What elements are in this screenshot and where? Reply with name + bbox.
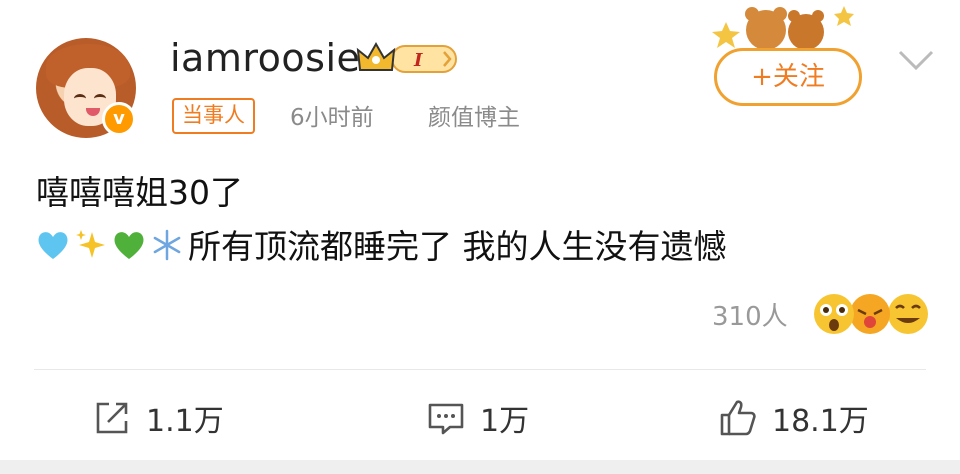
- comment-count: 1万: [480, 404, 530, 439]
- post-text-line2-body: 所有顶流都睡完了 我的人生没有遗憾: [188, 227, 727, 266]
- post-text-line2: 所有顶流都睡完了 我的人生没有遗憾: [36, 220, 727, 268]
- bottom-separator: [0, 460, 960, 474]
- snowflake-icon: [153, 229, 181, 261]
- blue-heart-icon: [38, 232, 68, 259]
- follow-button[interactable]: +关注: [714, 48, 862, 106]
- verified-badge-icon: v: [102, 102, 136, 136]
- comment-icon: [428, 403, 464, 435]
- reaction-count[interactable]: 310人: [712, 296, 788, 333]
- comment-button[interactable]: 1万: [426, 396, 529, 440]
- reaction-emojis-icon[interactable]: [812, 290, 928, 338]
- thumbs-up-icon: [720, 400, 756, 436]
- chevron-down-icon[interactable]: [896, 46, 936, 74]
- username[interactable]: iamroosie: [170, 36, 360, 80]
- user-description: 颜值博主: [428, 105, 520, 131]
- green-heart-icon: [114, 232, 144, 259]
- svg-text:I: I: [413, 50, 423, 71]
- share-icon: [96, 402, 128, 434]
- share-button[interactable]: 1.1万: [92, 396, 224, 440]
- sparkles-icon: [76, 230, 105, 258]
- share-count: 1.1万: [146, 404, 224, 439]
- post-time: 6小时前: [290, 105, 374, 131]
- role-tag: 当事人: [172, 98, 255, 134]
- member-crown-badge-icon[interactable]: I: [356, 38, 462, 78]
- post-text-line1: 嘻嘻嘻姐30了: [36, 173, 243, 212]
- divider: [34, 369, 926, 370]
- like-count: 18.1万: [772, 404, 869, 439]
- like-button[interactable]: 18.1万: [718, 396, 869, 440]
